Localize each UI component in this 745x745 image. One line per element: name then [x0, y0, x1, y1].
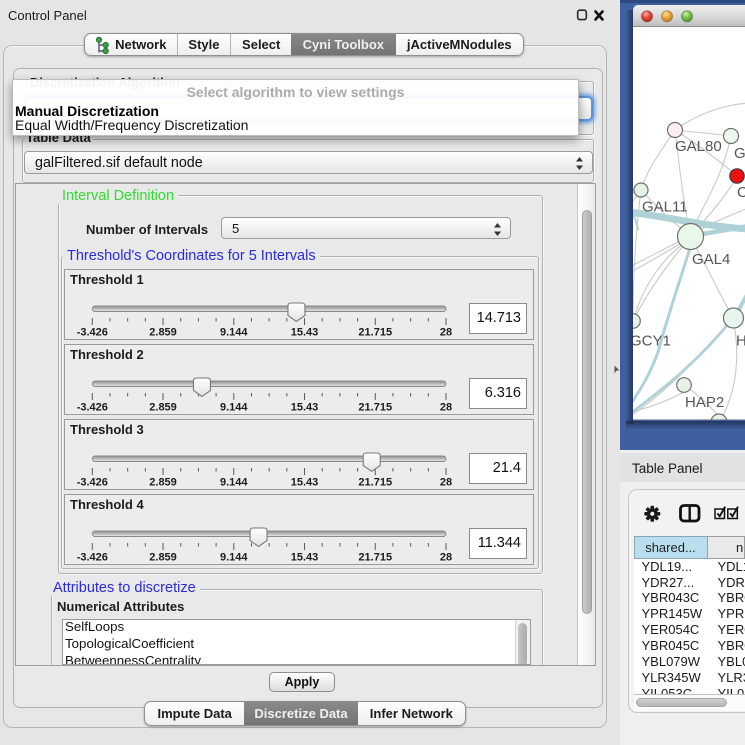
svg-text:9.144: 9.144	[220, 552, 248, 564]
svg-text:28: 28	[440, 477, 452, 489]
svg-text:HAP2: HAP2	[685, 394, 724, 411]
svg-text:GAL11: GAL11	[642, 199, 688, 216]
svg-text:GA: GA	[734, 145, 745, 162]
svg-text:-3.426: -3.426	[77, 552, 108, 564]
svg-text:21.715: 21.715	[358, 327, 392, 339]
svg-text:-3.426: -3.426	[77, 402, 108, 414]
svg-text:H: H	[736, 333, 745, 350]
svg-text:2.859: 2.859	[149, 477, 177, 489]
svg-text:28: 28	[440, 402, 452, 414]
svg-text:GAL80: GAL80	[675, 138, 722, 155]
svg-text:21.715: 21.715	[358, 477, 392, 489]
svg-text:21.715: 21.715	[358, 552, 392, 564]
svg-text:2.859: 2.859	[149, 552, 177, 564]
svg-text:15.43: 15.43	[291, 402, 319, 414]
svg-text:28: 28	[440, 327, 452, 339]
svg-text:-3.426: -3.426	[77, 327, 108, 339]
svg-text:9.144: 9.144	[220, 477, 248, 489]
svg-text:15.43: 15.43	[291, 477, 319, 489]
svg-text:15.43: 15.43	[291, 552, 319, 564]
svg-text:9.144: 9.144	[220, 327, 248, 339]
svg-text:GCY1: GCY1	[633, 333, 671, 350]
svg-text:9.144: 9.144	[220, 402, 248, 414]
svg-text:GAL4: GAL4	[692, 251, 730, 268]
svg-text:15.43: 15.43	[291, 327, 319, 339]
svg-text:28: 28	[440, 552, 452, 564]
svg-text:C: C	[737, 184, 745, 201]
svg-text:2.859: 2.859	[149, 402, 177, 414]
svg-text:21.715: 21.715	[358, 402, 392, 414]
svg-text:-3.426: -3.426	[77, 477, 108, 489]
svg-text:2.859: 2.859	[149, 327, 177, 339]
